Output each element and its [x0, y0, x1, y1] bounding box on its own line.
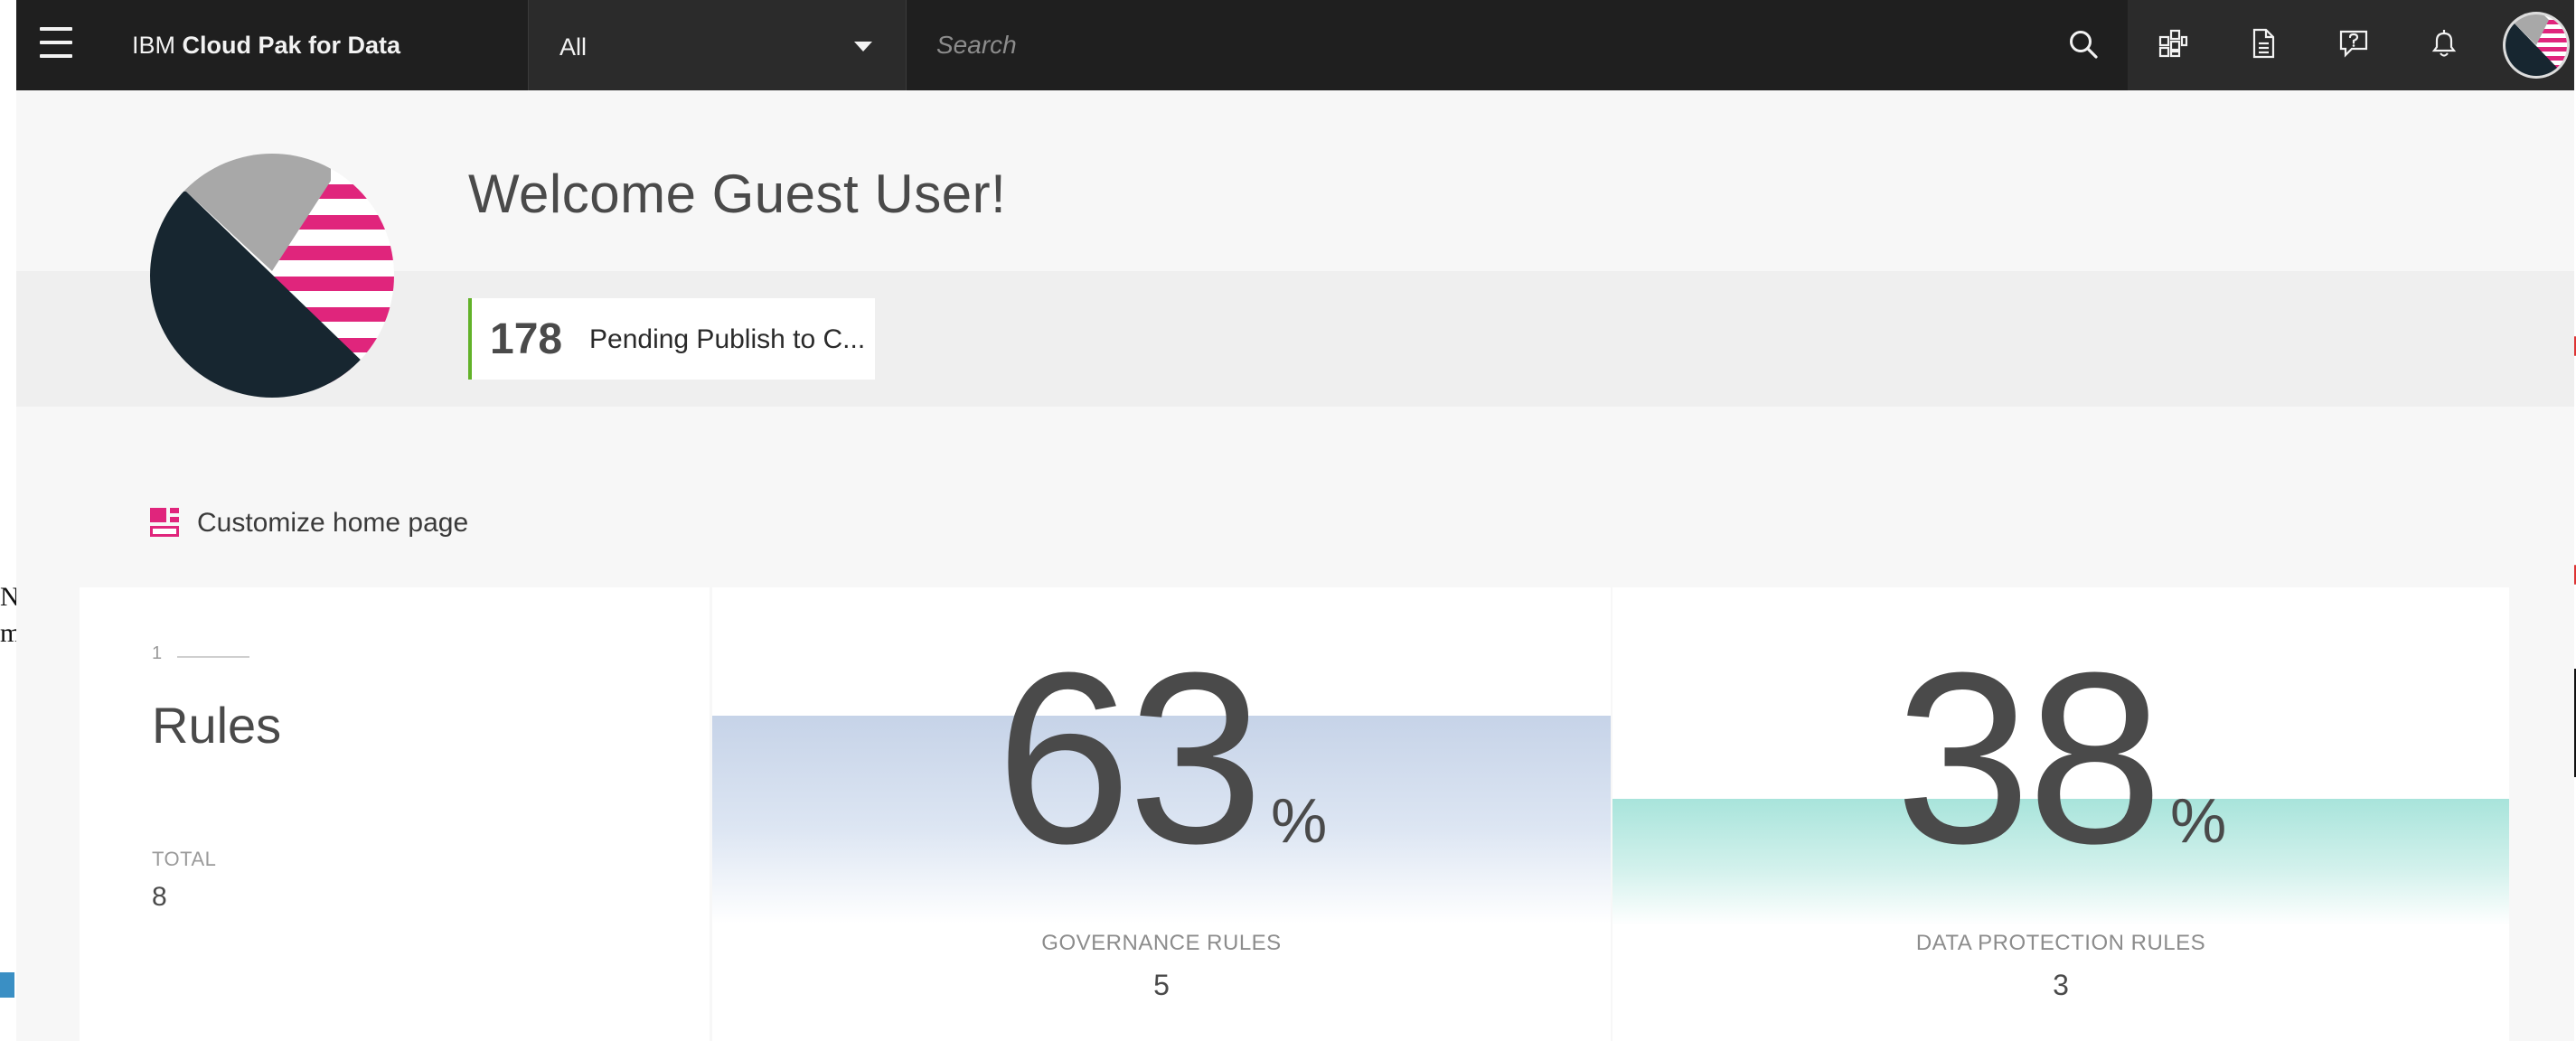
card-index: 1: [152, 643, 163, 663]
governance-percent: 63%: [712, 624, 1611, 956]
percent-unit: %: [2170, 785, 2227, 856]
menu-icon[interactable]: [40, 27, 72, 58]
percent-unit: %: [1271, 785, 1328, 856]
rules-card[interactable]: 1 Rules TOTAL 8: [80, 587, 710, 1041]
chevron-down-icon: [854, 42, 872, 52]
card-title: Rules: [152, 697, 282, 754]
catalog-icon[interactable]: [2128, 0, 2218, 90]
background-window-left-edge: N m: [0, 0, 21, 1041]
governance-rules-count: 5: [1153, 969, 1170, 1001]
product-prefix: IBM: [132, 32, 176, 59]
user-avatar-large: [150, 154, 394, 398]
search-bar: [906, 0, 2146, 90]
governance-rules-label: GOVERNANCE RULES: [1041, 931, 1282, 955]
document-icon[interactable]: [2218, 0, 2308, 90]
top-navigation-bar: IBM Cloud Pak for Data All: [16, 0, 2574, 90]
header-actions: [2128, 0, 2574, 90]
governance-percent-value: 63: [995, 623, 1264, 895]
customize-dashboard-icon: [150, 508, 179, 537]
card-index-divider: [177, 656, 249, 658]
governance-rules-card[interactable]: 63% GOVERNANCE RULES 5: [712, 587, 1611, 1041]
notification-icon[interactable]: [2399, 0, 2489, 90]
customize-home-page-label: Customize home page: [197, 508, 469, 538]
product-title[interactable]: IBM Cloud Pak for Data: [132, 0, 400, 90]
data-protection-rules-count: 3: [2053, 969, 2069, 1001]
scope-dropdown-value: All: [559, 33, 588, 61]
data-protection-percent: 38%: [1612, 624, 2509, 956]
pending-publish-tile[interactable]: 178 Pending Publish to C...: [468, 298, 875, 380]
scope-dropdown[interactable]: All: [528, 0, 907, 90]
total-label: TOTAL: [152, 848, 217, 870]
background-window-element: [0, 972, 14, 998]
app-window: IBM Cloud Pak for Data All Search Welcom…: [16, 0, 2574, 1041]
welcome-heading: Welcome Guest User!: [468, 164, 1007, 224]
pending-count: 178: [490, 315, 563, 363]
avatar[interactable]: [2500, 7, 2572, 83]
search-input[interactable]: [906, 0, 2063, 90]
help-icon[interactable]: [2308, 0, 2399, 90]
data-protection-rules-card[interactable]: 38% DATA PROTECTION RULES 3: [1612, 587, 2509, 1041]
pending-label: Pending Publish to C...: [589, 324, 866, 354]
data-protection-rules-label: DATA PROTECTION RULES: [1915, 931, 2206, 955]
welcome-band: [16, 271, 2574, 407]
total-value: 8: [152, 882, 167, 912]
product-name: Cloud Pak for Data: [182, 32, 401, 59]
data-protection-percent-value: 38: [1894, 623, 2163, 895]
search-icon[interactable]: [2068, 29, 2099, 60]
